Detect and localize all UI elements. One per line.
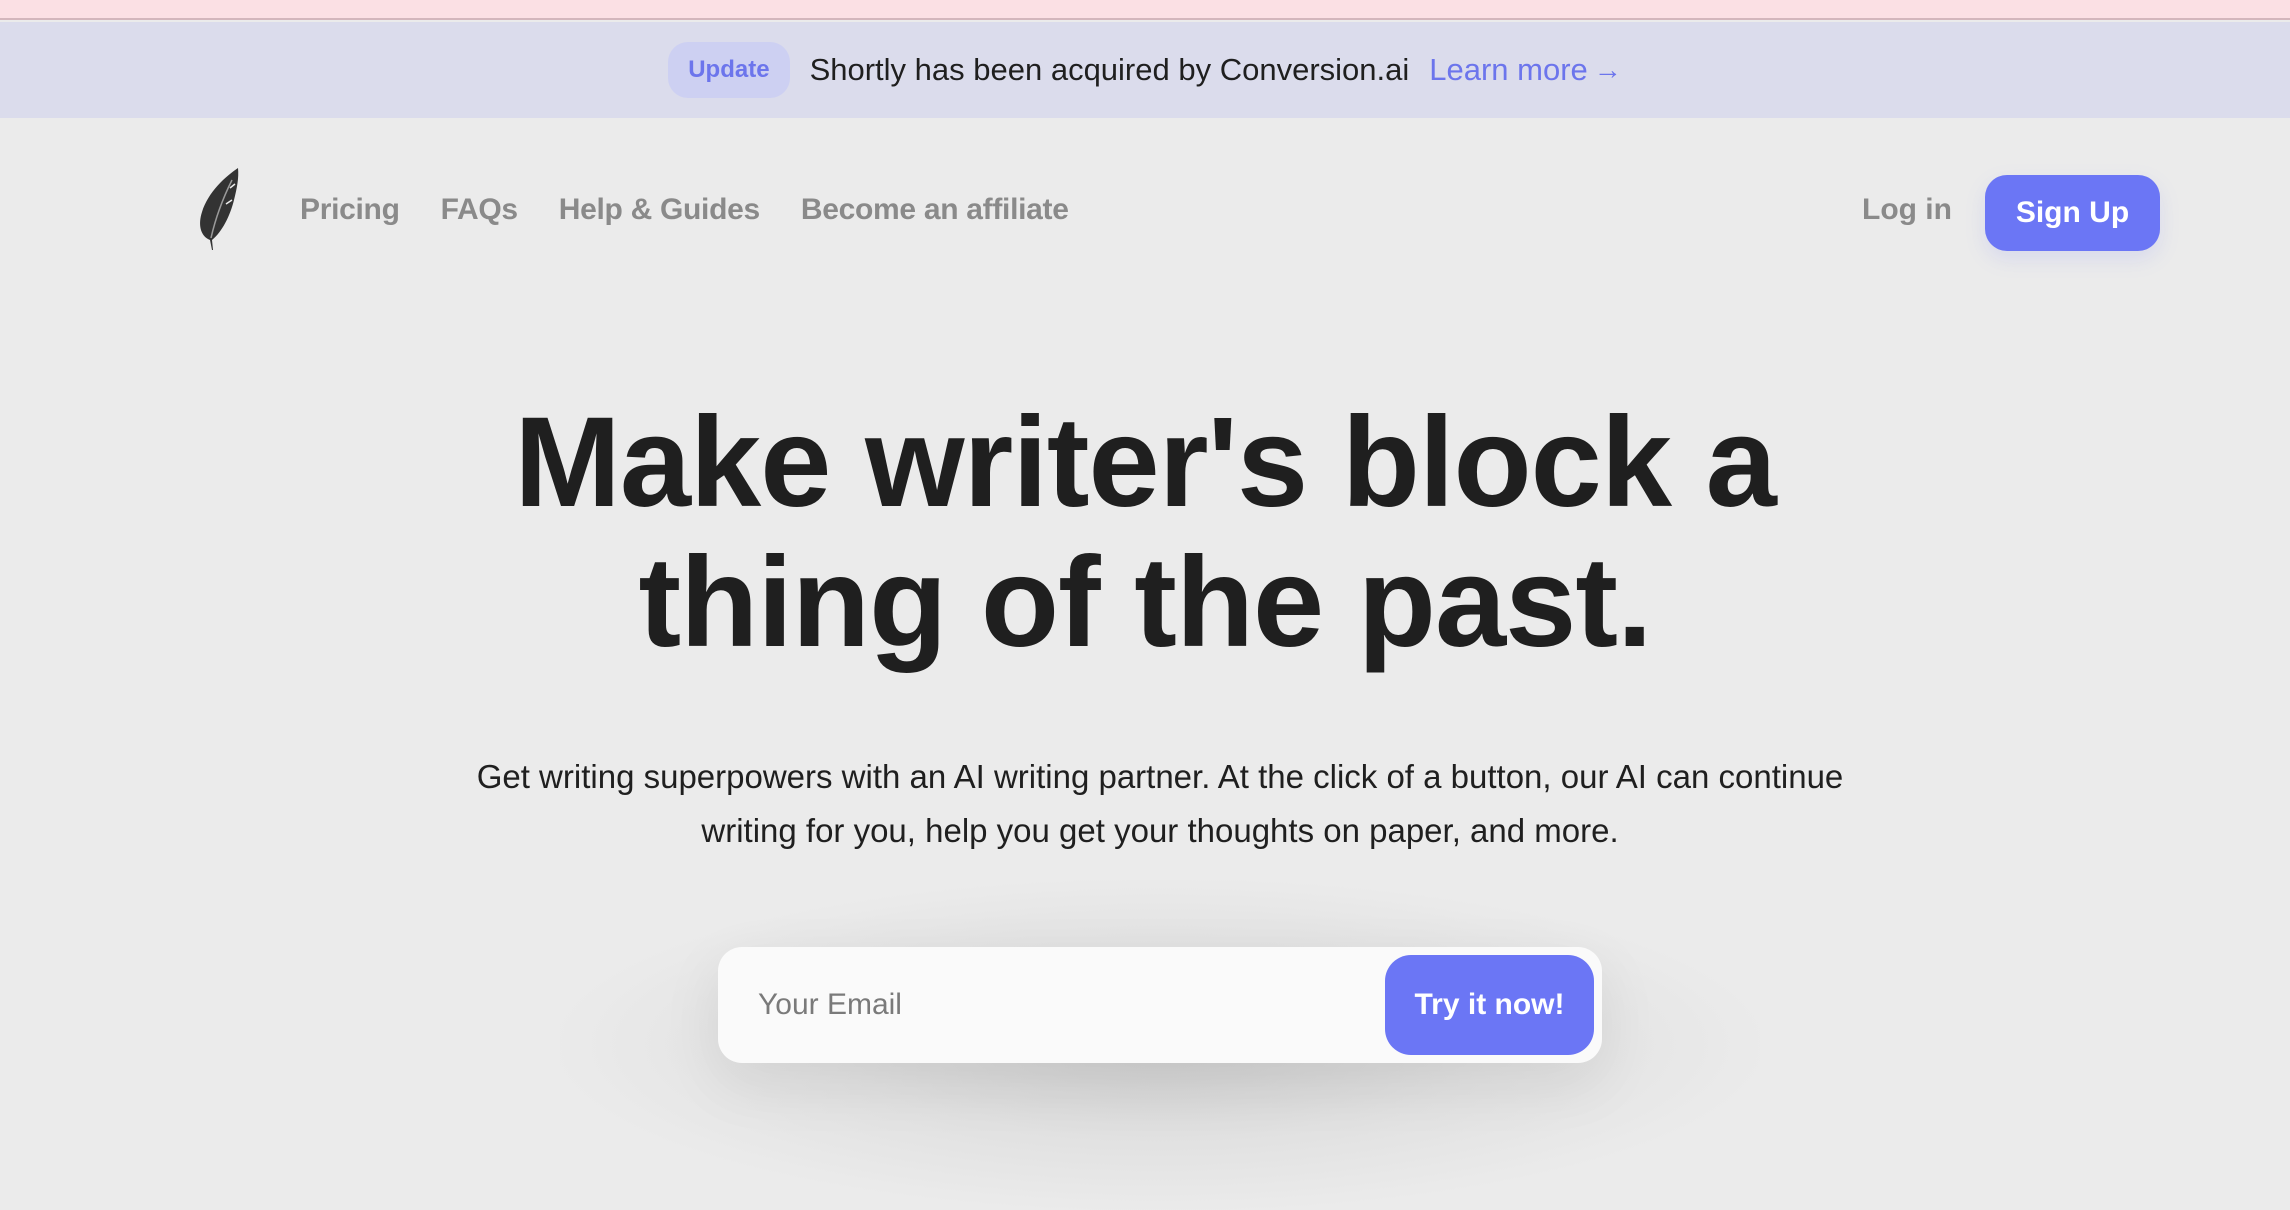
arrow-right-icon: → bbox=[1593, 54, 1622, 85]
nav-links: Pricing FAQs Help & Guides Become an aff… bbox=[300, 160, 1110, 260]
email-input[interactable] bbox=[718, 947, 1368, 1063]
hero-title-line-1: Make writer's block a bbox=[514, 391, 1777, 534]
hero-subtitle: Get writing superpowers with an AI writi… bbox=[400, 750, 1920, 858]
hero-subtitle-line-2: writing for you, help you get your thoug… bbox=[701, 812, 1619, 849]
hero-subtitle-line-1: Get writing superpowers with an AI writi… bbox=[476, 758, 1844, 795]
signup-button[interactable]: Sign Up bbox=[1985, 175, 2160, 251]
email-signup-form: Try it now! bbox=[718, 947, 1602, 1063]
top-nav: Pricing FAQs Help & Guides Become an aff… bbox=[0, 160, 2290, 260]
announcement-banner: Update Shortly has been acquired by Conv… bbox=[0, 22, 2290, 118]
learn-more-label: Learn more bbox=[1429, 52, 1588, 87]
login-link[interactable]: Log in bbox=[1862, 160, 1952, 260]
hero-title: Make writer's block a thing of the past. bbox=[0, 393, 2290, 673]
nav-link-pricing[interactable]: Pricing bbox=[300, 193, 400, 227]
nav-link-affiliate[interactable]: Become an affiliate bbox=[801, 193, 1069, 227]
learn-more-link[interactable]: Learn more → bbox=[1429, 52, 1622, 88]
feather-icon bbox=[200, 168, 239, 250]
announcement-text: Shortly has been acquired by Conversion.… bbox=[809, 52, 1410, 87]
logo-link[interactable] bbox=[196, 166, 242, 252]
try-it-now-button[interactable]: Try it now! bbox=[1385, 955, 1594, 1055]
top-strip bbox=[0, 0, 2290, 20]
hero-title-line-2: thing of the past. bbox=[638, 531, 1653, 674]
nav-link-faqs[interactable]: FAQs bbox=[441, 193, 518, 227]
update-badge: Update bbox=[668, 42, 790, 98]
nav-link-help-guides[interactable]: Help & Guides bbox=[559, 193, 760, 227]
